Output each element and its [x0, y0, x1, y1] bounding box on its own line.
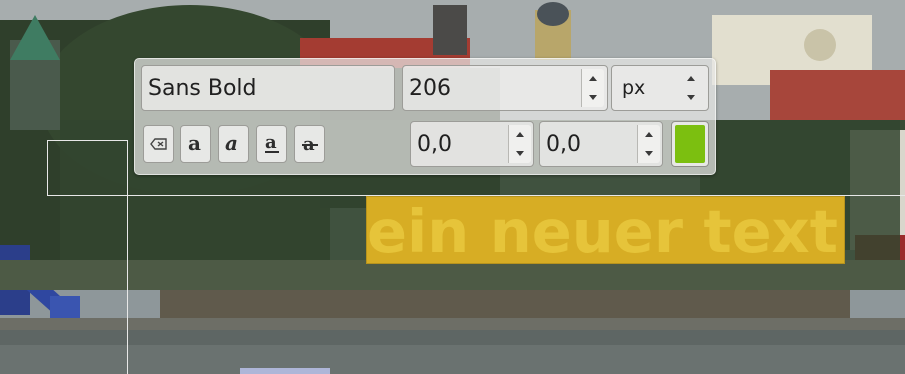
text-color-button[interactable]	[671, 121, 709, 167]
text-color-chip	[675, 125, 705, 163]
chevron-up-icon	[687, 76, 695, 81]
underline-button[interactable]: a	[256, 125, 287, 163]
text-layer-box[interactable]: ein neuer text	[366, 196, 845, 264]
bold-icon: a	[188, 133, 201, 155]
text-layer-content[interactable]: ein neuer text	[367, 197, 838, 263]
svg-text:a: a	[265, 133, 277, 153]
text-style-toolbar: Sans Bold 206 px a a a 0,0 0,0	[134, 58, 716, 175]
bold-button[interactable]: a	[180, 125, 211, 163]
clear-style-icon	[149, 138, 167, 150]
background-photo	[0, 0, 905, 374]
svg-text:a: a	[225, 133, 238, 155]
unit-chooser-arrows[interactable]	[680, 69, 702, 107]
kerning-value: 0,0	[546, 131, 581, 157]
kerning-spin-buttons[interactable]	[637, 125, 660, 163]
baseline-offset-spin-buttons[interactable]	[508, 125, 531, 163]
decrement-icon[interactable]	[589, 95, 597, 100]
image-canvas[interactable]	[0, 0, 905, 374]
font-size-spin-buttons[interactable]	[581, 69, 604, 107]
increment-icon[interactable]	[645, 132, 653, 137]
increment-icon[interactable]	[589, 76, 597, 81]
font-size-spinbox[interactable]: 206	[402, 65, 608, 111]
text-box-guide-vertical	[127, 140, 128, 374]
svg-text:a: a	[188, 133, 201, 155]
baseline-offset-value: 0,0	[417, 131, 452, 157]
font-family-field[interactable]: Sans Bold	[141, 65, 395, 111]
text-box-guide-left	[47, 140, 48, 196]
strikethrough-button[interactable]: a	[294, 125, 325, 163]
kerning-spinbox[interactable]: 0,0	[539, 121, 663, 167]
size-unit-select[interactable]: px	[611, 65, 709, 111]
italic-button[interactable]: a	[218, 125, 249, 163]
decrement-icon[interactable]	[516, 151, 524, 156]
chevron-down-icon	[687, 95, 695, 100]
text-box-guide-top	[47, 140, 128, 141]
font-size-value: 206	[409, 75, 451, 101]
italic-icon: a	[225, 133, 238, 155]
strikethrough-icon: a	[301, 134, 318, 155]
baseline-offset-spinbox[interactable]: 0,0	[410, 121, 534, 167]
size-unit-value: px	[622, 77, 646, 99]
font-family-value: Sans Bold	[148, 75, 257, 101]
decrement-icon[interactable]	[645, 151, 653, 156]
increment-icon[interactable]	[516, 132, 524, 137]
underline-icon: a	[264, 133, 279, 153]
clear-style-button[interactable]	[143, 125, 174, 163]
